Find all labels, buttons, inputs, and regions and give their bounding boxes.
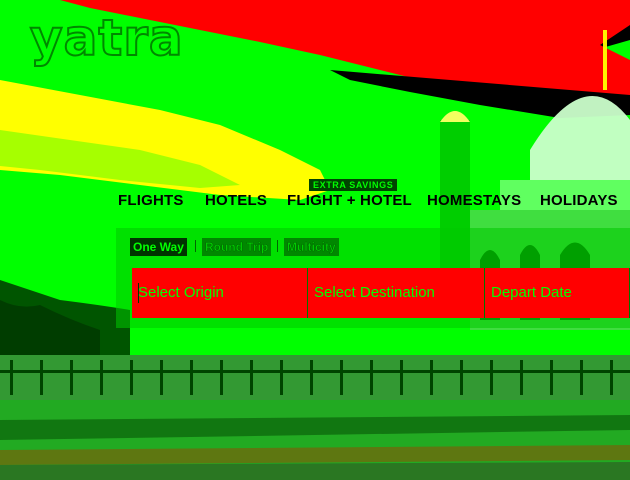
destination-field[interactable]: Select Destination xyxy=(308,268,485,318)
tab-separator xyxy=(195,240,196,252)
nav-holidays[interactable]: HOLIDAYS xyxy=(540,192,618,209)
tab-one-way[interactable]: One Way xyxy=(130,238,187,256)
yatra-logo[interactable]: yatra xyxy=(29,9,184,67)
primary-nav: FLIGHTS HOTELS FLIGHT + HOTEL HOMESTAYS … xyxy=(0,192,630,216)
text-caret xyxy=(138,283,139,303)
depart-date-field[interactable]: Depart Date xyxy=(485,268,630,318)
tab-separator xyxy=(277,240,278,252)
origin-field[interactable]: Select Origin xyxy=(132,268,308,318)
nav-flights[interactable]: FLIGHTS xyxy=(118,192,184,209)
search-fields: Select Origin Select Destination Depart … xyxy=(132,268,630,318)
nav-homestays[interactable]: HOMESTAYS xyxy=(427,192,521,209)
tab-round-trip[interactable]: Round Trip xyxy=(202,238,272,256)
nav-hotels[interactable]: HOTELS xyxy=(205,192,267,209)
tab-multicity[interactable]: Multicity xyxy=(284,238,339,256)
extra-savings-badge: EXTRA SAVINGS xyxy=(309,179,398,191)
nav-flight-hotel[interactable]: FLIGHT + HOTEL xyxy=(287,192,412,209)
